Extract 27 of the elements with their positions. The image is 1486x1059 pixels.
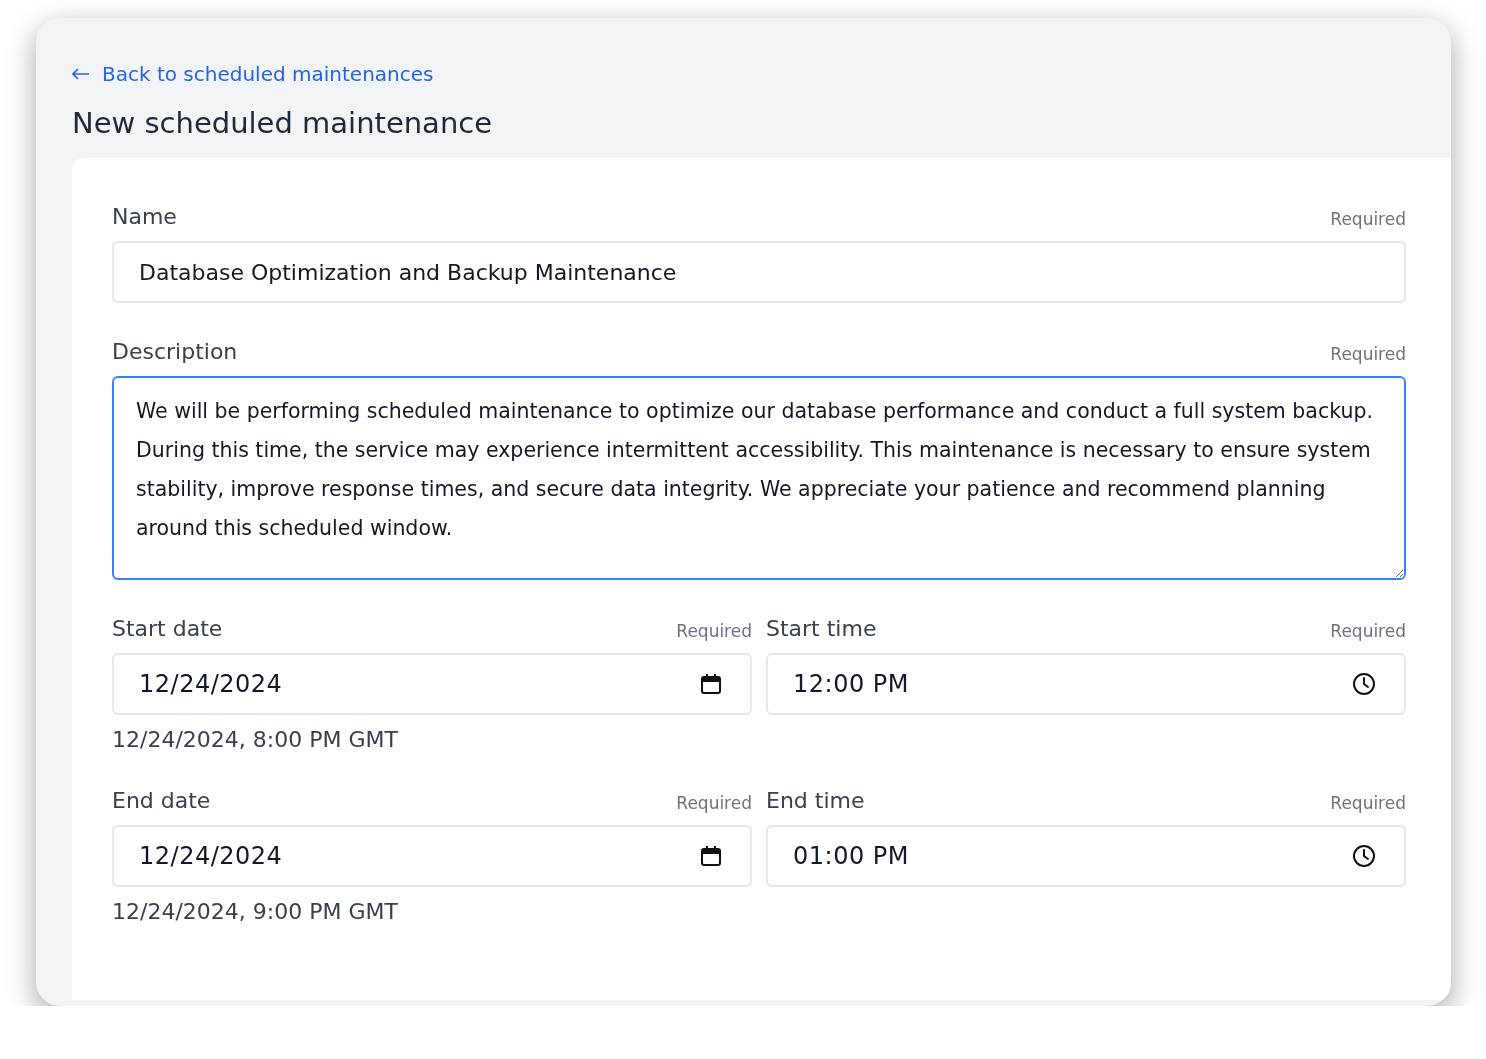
time-input[interactable]: 12:00 PM (766, 653, 1406, 715)
date-input[interactable]: 12/24/2024 (112, 653, 752, 715)
clock-icon[interactable] (1352, 672, 1376, 696)
required-label: Required (1330, 793, 1406, 813)
required-label: Required (676, 621, 752, 641)
calendar-icon[interactable] (700, 673, 722, 695)
field-label: Description (112, 339, 238, 364)
date-hint: 12/24/2024, 8:00 PM GMT (112, 727, 399, 752)
field-label: Name (112, 204, 177, 229)
description-textarea[interactable]: We will be performing scheduled maintenance to optimize our database performance and conduct a full system backup. During this time, the service may experience intermittent accessibility. This maintenance is necessary to ensure system stability, improve response times, and secure data integrity. We appreciate your patience and recommend planning around this scheduled window. (112, 376, 1406, 580)
field-label: End date (112, 788, 211, 813)
clock-icon[interactable] (1352, 844, 1376, 868)
required-label: Required (676, 793, 752, 813)
field-label: Start date (112, 616, 223, 641)
page-title: New scheduled maintenance (72, 106, 494, 140)
required-label: Required (1330, 621, 1406, 641)
calendar-icon[interactable] (700, 845, 722, 867)
name-input[interactable]: Database Optimization and Backup Maintenance (112, 241, 1406, 303)
field-label: Start time (766, 616, 877, 641)
back-link[interactable]: Back to scheduled maintenances (72, 62, 434, 86)
time-input[interactable]: 01:00 PM (766, 825, 1406, 887)
arrow-left-icon (72, 68, 90, 80)
date-input[interactable]: 12/24/2024 (112, 825, 752, 887)
field-label: End time (766, 788, 865, 813)
required-label: Required (1330, 344, 1406, 364)
date-hint: 12/24/2024, 9:00 PM GMT (112, 899, 399, 924)
required-label: Required (1330, 209, 1406, 229)
